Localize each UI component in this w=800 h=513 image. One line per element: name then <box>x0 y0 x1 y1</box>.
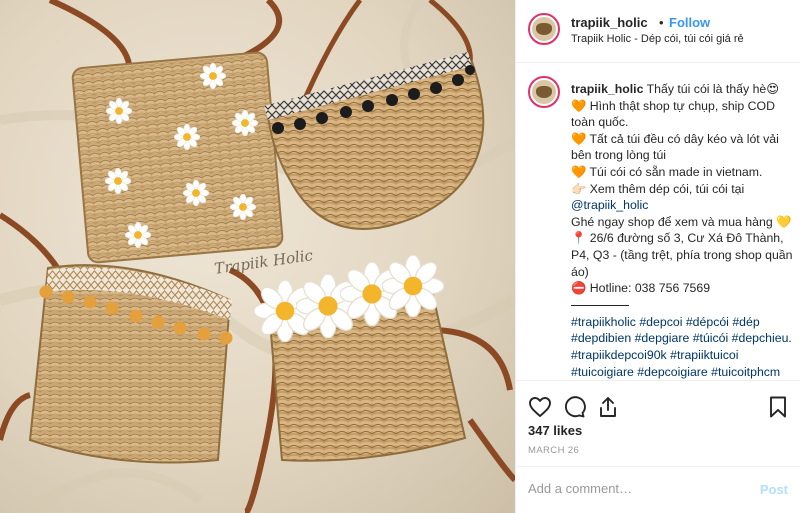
post-side-panel: trapiik_holic • Follow Trapiik Holic - D… <box>515 0 800 513</box>
heart-icon[interactable] <box>528 395 552 419</box>
header-username[interactable]: trapiik_holic <box>571 15 648 30</box>
post-photo[interactable]: Trapiik Holic <box>0 0 515 513</box>
caption-divider <box>571 304 629 306</box>
likes-count[interactable]: 347 likes <box>528 423 582 438</box>
caption-hashtags[interactable]: #trapiikholic #depcoi #dépcói #dép #depd… <box>571 314 793 380</box>
caption-address: 📍 26/6 đường số 3, Cư Xá Đô Thành, P4, Q… <box>571 231 793 279</box>
caption-text: trapiik_holic Thấy túi cói là thấy hè😍 🧡… <box>571 81 793 380</box>
comment-bar: Post <box>516 466 800 513</box>
avatar[interactable] <box>528 13 560 45</box>
caption-area[interactable]: trapiik_holic Thấy túi cói là thấy hè😍 🧡… <box>516 64 800 380</box>
header-subtitle[interactable]: Trapiik Holic - Dép cói, túi cói giá rẻ <box>571 33 744 45</box>
caption-line: 🧡 Hình thật shop tự chụp, ship COD toàn … <box>571 98 775 130</box>
caption-intro: Thấy túi cói là thấy hè😍 <box>646 82 780 96</box>
comment-icon[interactable] <box>562 395 586 419</box>
caption-username[interactable]: trapiik_holic <box>571 82 643 96</box>
caption-hotline: ⛔ Hotline: 038 756 7569 <box>571 281 711 296</box>
comment-input[interactable] <box>528 481 748 496</box>
caption-mention[interactable]: @trapiik_holic <box>571 197 793 214</box>
post-button[interactable]: Post <box>760 482 788 497</box>
bag-big-daisies <box>254 255 467 462</box>
share-icon[interactable] <box>596 395 620 419</box>
bookmark-icon[interactable] <box>766 395 790 419</box>
caption-avatar[interactable] <box>528 76 560 108</box>
bag-daisy-square <box>71 51 284 264</box>
separator-dot: • <box>659 15 664 30</box>
caption-line: 🧡 Túi cói có sẵn made in vietnam. <box>571 164 763 179</box>
caption-line: 👉🏻 Xem thêm dép cói, túi cói tại <box>571 181 745 196</box>
caption-line: 🧡 Tất cả túi đều có dây kéo và lót vải b… <box>571 131 779 163</box>
caption-call-to-action: Ghé ngay shop để xem và mua hàng 💛 <box>571 214 792 229</box>
post-date: MARCH 26 <box>528 445 580 456</box>
bag-half-moon <box>264 52 485 230</box>
bag-pompom-box <box>28 264 233 464</box>
follow-button[interactable]: Follow <box>669 15 710 30</box>
post-header: trapiik_holic • Follow Trapiik Holic - D… <box>516 0 800 63</box>
